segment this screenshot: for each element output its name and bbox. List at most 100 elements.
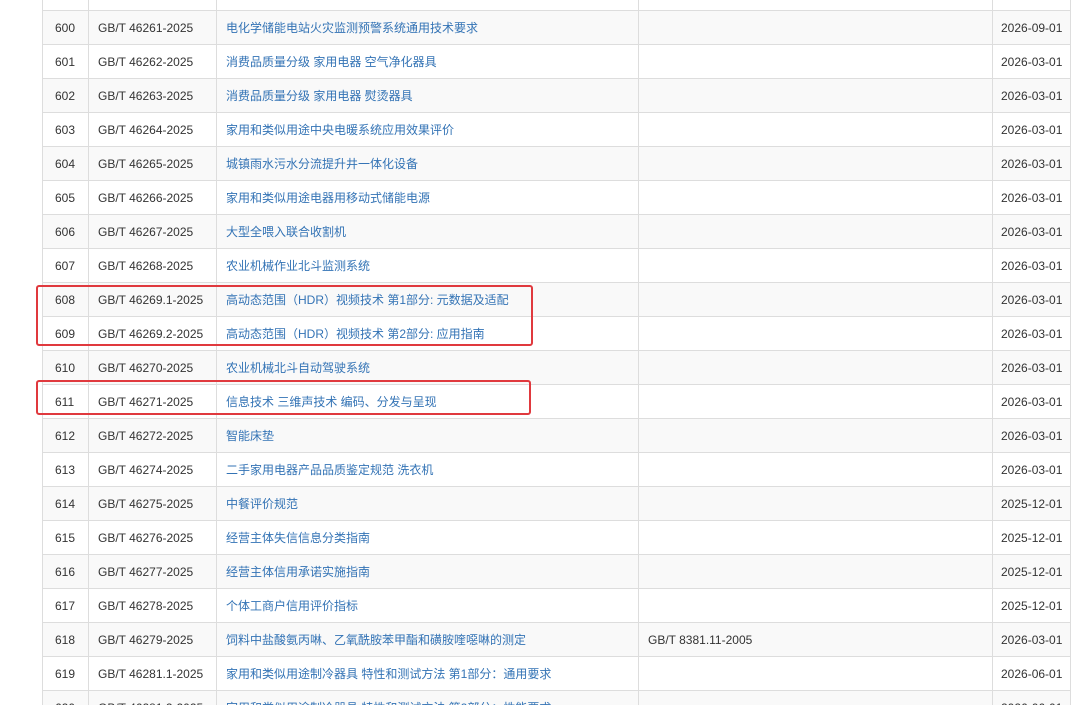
row-number-cell: 601	[42, 44, 89, 79]
standard-title-cell: 个体工商户信用评价指标	[216, 588, 639, 623]
standard-title-link[interactable]: 个体工商户信用评价指标	[226, 599, 358, 613]
table-row: 611 GB/T 46271-2025 信息技术 三维声技术 编码、分发与呈现 202…	[42, 384, 1071, 419]
standard-code-cell: GB/T 46269.2-2025	[88, 316, 217, 351]
standard-title-cell: 中餐评价规范	[216, 486, 639, 521]
row-number-cell: 616	[42, 554, 89, 589]
row-number-cell: 613	[42, 452, 89, 487]
standard-code-cell: GB/T 46279-2025	[88, 622, 217, 657]
standard-title-cell: 经营主体信用承诺实施指南	[216, 554, 639, 589]
standard-title-cell: 家用和类似用途中央电暖系统应用效果评价	[216, 112, 639, 147]
replaced-standard-cell	[638, 316, 993, 351]
implementation-date-cell: 2026-03-01	[992, 44, 1071, 79]
standard-code-cell: GB/T 46281.2-2025	[88, 690, 217, 705]
standard-title-cell: 智能床垫	[216, 418, 639, 453]
row-number-cell: 600	[42, 10, 89, 45]
implementation-date-cell: 2026-03-01	[992, 350, 1071, 385]
table-row: 607 GB/T 46268-2025 农业机械作业北斗监测系统 2026-03-01	[42, 248, 1071, 283]
row-number-cell: 612	[42, 418, 89, 453]
implementation-date-cell: 2026-03-01	[992, 146, 1071, 181]
standard-title-cell: 家用和类似用途电器用移动式储能电源	[216, 180, 639, 215]
standard-title-link[interactable]: 电化学储能电站火灾监测预警系统通用技术要求	[226, 21, 478, 35]
row-number-cell: 610	[42, 350, 89, 385]
standard-title-link[interactable]: 家用和类似用途制冷器具 特性和测试方法 第2部分：性能要求	[226, 701, 551, 705]
standard-code-cell: GB/T 46264-2025	[88, 112, 217, 147]
replaced-standard-cell	[638, 588, 993, 623]
standard-title-link[interactable]: 经营主体失信信息分类指南	[226, 531, 370, 545]
row-number-cell: 608	[42, 282, 89, 317]
row-number-cell: 607	[42, 248, 89, 283]
implementation-date-cell: 2026-03-01	[992, 384, 1071, 419]
row-number-cell: 614	[42, 486, 89, 521]
row-number-cell: 605	[42, 180, 89, 215]
standard-title-cell: 大型全喂入联合收割机	[216, 214, 639, 249]
standard-code-cell: GB/T 46270-2025	[88, 350, 217, 385]
replaced-standard-cell	[638, 486, 993, 521]
standard-title-link[interactable]: 二手家用电器产品品质鉴定规范 洗衣机	[226, 463, 433, 477]
replaced-standard-cell	[638, 554, 993, 589]
standard-code-cell: GB/T 46267-2025	[88, 214, 217, 249]
table-row	[42, 0, 1071, 11]
standard-title-cell: 经营主体失信信息分类指南	[216, 520, 639, 555]
row-number-cell: 618	[42, 622, 89, 657]
table-row: 618 GB/T 46279-2025 饲料中盐酸氨丙啉、乙氧酰胺苯甲酯和磺胺喹噁啉…	[42, 622, 1071, 657]
standard-title-link[interactable]: 高动态范围（HDR）视频技术 第1部分: 元数据及适配	[226, 293, 509, 307]
standard-title-cell: 二手家用电器产品品质鉴定规范 洗衣机	[216, 452, 639, 487]
implementation-date-cell: 2026-03-01	[992, 418, 1071, 453]
row-number-cell	[42, 0, 89, 11]
standard-title-link[interactable]: 大型全喂入联合收割机	[226, 225, 346, 239]
standard-title-link[interactable]: 农业机械作业北斗监测系统	[226, 259, 370, 273]
table-row: 609 GB/T 46269.2-2025 高动态范围（HDR）视频技术 第2部分:…	[42, 316, 1071, 351]
standard-code-cell: GB/T 46262-2025	[88, 44, 217, 79]
table-row: 616 GB/T 46277-2025 经营主体信用承诺实施指南 2025-12-01	[42, 554, 1071, 589]
table-row: 615 GB/T 46276-2025 经营主体失信信息分类指南 2025-12-01	[42, 520, 1071, 555]
standard-code-cell: GB/T 46272-2025	[88, 418, 217, 453]
replaced-standard-cell	[638, 282, 993, 317]
standard-code-cell: GB/T 46261-2025	[88, 10, 217, 45]
standard-title-link[interactable]: 高动态范围（HDR）视频技术 第2部分: 应用指南	[226, 327, 485, 341]
replaced-standard-cell	[638, 656, 993, 691]
table-row: 620GB/T 46281.2-2025 家用和类似用途制冷器具 特性和测试方法 …	[42, 690, 1071, 705]
standard-title-link[interactable]: 经营主体信用承诺实施指南	[226, 565, 370, 579]
standard-title-link[interactable]: 中餐评价规范	[226, 497, 298, 511]
standard-title-link[interactable]: 饲料中盐酸氨丙啉、乙氧酰胺苯甲酯和磺胺喹噁啉的测定	[226, 633, 526, 647]
row-number-cell: 604	[42, 146, 89, 181]
standard-title-cell: 高动态范围（HDR）视频技术 第2部分: 应用指南	[216, 316, 639, 351]
standards-list-view: 600 GB/T 46261-2025 电化学储能电站火灾监测预警系统通用技术要求 2…	[0, 0, 1080, 705]
standard-code-cell: GB/T 46275-2025	[88, 486, 217, 521]
implementation-date-cell: 2025-12-01	[992, 554, 1071, 589]
standard-title-cell: 农业机械作业北斗监测系统	[216, 248, 639, 283]
standard-title-link[interactable]: 城镇雨水污水分流提升井一体化设备	[226, 157, 418, 171]
standard-code-cell: GB/T 46276-2025	[88, 520, 217, 555]
standard-title-link[interactable]: 智能床垫	[226, 429, 274, 443]
standard-title-link[interactable]: 家用和类似用途电器用移动式储能电源	[226, 191, 430, 205]
implementation-date-cell: 2026-03-01	[992, 282, 1071, 317]
standard-code-cell: GB/T 46268-2025	[88, 248, 217, 283]
standard-title-cell: 农业机械北斗自动驾驶系统	[216, 350, 639, 385]
table-row: 617 GB/T 46278-2025 个体工商户信用评价指标 2025-12-01	[42, 588, 1071, 623]
standard-title-cell	[216, 0, 639, 11]
table-row: 610 GB/T 46270-2025 农业机械北斗自动驾驶系统 2026-03-01	[42, 350, 1071, 385]
standard-title-cell: 消费品质量分级 家用电器 熨烫器具	[216, 78, 639, 113]
row-number-cell: 602	[42, 78, 89, 113]
replaced-standard-cell	[638, 214, 993, 249]
standard-title-link[interactable]: 消费品质量分级 家用电器 熨烫器具	[226, 89, 413, 103]
row-number-cell: 611	[42, 384, 89, 419]
replaced-standard-cell	[638, 452, 993, 487]
standard-title-link[interactable]: 信息技术 三维声技术 编码、分发与呈现	[226, 395, 437, 409]
standard-title-cell: 饲料中盐酸氨丙啉、乙氧酰胺苯甲酯和磺胺喹噁啉的测定	[216, 622, 639, 657]
implementation-date-cell: 2025-12-01	[992, 520, 1071, 555]
standard-title-cell: 信息技术 三维声技术 编码、分发与呈现	[216, 384, 639, 419]
standard-title-link[interactable]: 消费品质量分级 家用电器 空气净化器具	[226, 55, 437, 69]
standard-title-link[interactable]: 家用和类似用途中央电暖系统应用效果评价	[226, 123, 454, 137]
standard-code-cell: GB/T 46278-2025	[88, 588, 217, 623]
replaced-standard-cell	[638, 350, 993, 385]
replaced-standard-cell	[638, 10, 993, 45]
standard-title-link[interactable]: 家用和类似用途制冷器具 特性和测试方法 第1部分：通用要求	[226, 667, 551, 681]
standard-title-cell: 城镇雨水污水分流提升井一体化设备	[216, 146, 639, 181]
row-number-cell: 617	[42, 588, 89, 623]
replaced-standard-cell	[638, 44, 993, 79]
standard-title-link[interactable]: 农业机械北斗自动驾驶系统	[226, 361, 370, 375]
implementation-date-cell: 2025-12-01	[992, 588, 1071, 623]
standard-code-cell: GB/T 46277-2025	[88, 554, 217, 589]
implementation-date-cell: 2026-03-01	[992, 78, 1071, 113]
